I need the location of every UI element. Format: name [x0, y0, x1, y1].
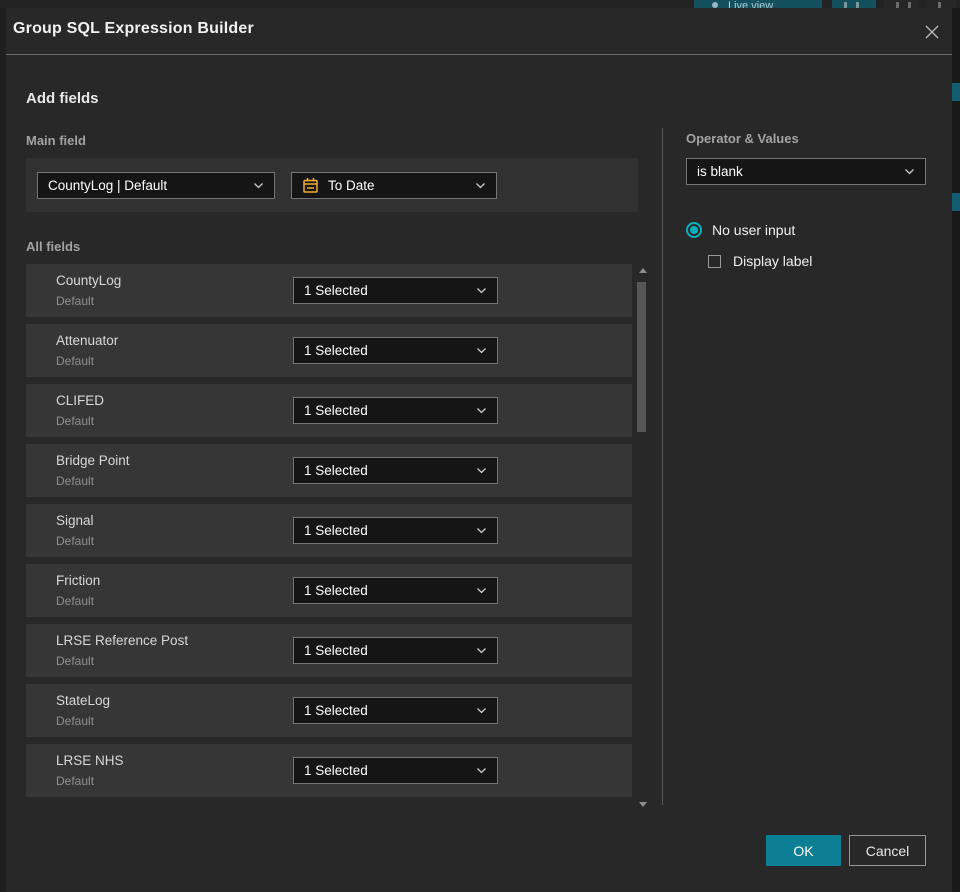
field-name: Friction [56, 573, 101, 588]
chevron-down-icon [477, 288, 486, 294]
checkbox-unchecked-icon[interactable] [708, 254, 721, 268]
field-subtitle: Default [56, 774, 95, 788]
all-fields-list: CountyLog Default 1 Selected Attenuator Defa… [26, 264, 632, 804]
field-row: Bridge Point Default 1 Selected [26, 444, 632, 497]
field-name: StateLog [56, 693, 111, 708]
background-toolbar-strip: Live view [0, 0, 960, 8]
chevron-down-icon [477, 588, 486, 594]
chevron-down-icon [477, 408, 486, 414]
field-name: LRSE NHS [56, 753, 124, 768]
selected-count: 1 Selected [304, 343, 368, 358]
field-subtitle: Default [56, 534, 95, 548]
dialog-header: Group SQL Expression Builder [6, 8, 952, 55]
group-sql-expression-builder-dialog: Group SQL Expression Builder Add fields … [6, 8, 952, 892]
close-icon [925, 25, 939, 39]
chevron-down-icon [477, 528, 486, 534]
field-subtitle: Default [56, 714, 95, 728]
operator-values-heading: Operator & Values [686, 131, 799, 146]
field-name: Signal [56, 513, 94, 528]
field-row: CLIFED Default 1 Selected [26, 384, 632, 437]
panel-divider [662, 128, 663, 805]
scroll-down-arrow-icon[interactable] [639, 802, 647, 807]
field-values-select[interactable]: 1 Selected [293, 517, 498, 544]
display-label-label: Display label [733, 253, 813, 269]
background-toolbar-button[interactable] [832, 0, 876, 8]
field-subtitle: Default [56, 414, 95, 428]
operator-select-value: is blank [697, 164, 743, 179]
live-view-label: Live view [728, 0, 774, 8]
field-name: Attenuator [56, 333, 119, 348]
chevron-down-icon [477, 468, 486, 474]
background-toolbar-button[interactable] [926, 0, 956, 8]
background-toolbar-button[interactable] [884, 0, 918, 8]
calendar-icon [302, 177, 319, 194]
no-user-input-option[interactable]: No user input [686, 222, 795, 238]
field-subtitle: Default [56, 354, 95, 368]
selected-count: 1 Selected [304, 703, 368, 718]
layer-select-value: CountyLog | Default [48, 178, 168, 193]
field-row: Attenuator Default 1 Selected [26, 324, 632, 377]
selected-count: 1 Selected [304, 283, 368, 298]
field-values-select[interactable]: 1 Selected [293, 757, 498, 784]
close-button[interactable] [921, 21, 943, 43]
field-values-select[interactable]: 1 Selected [293, 337, 498, 364]
no-user-input-label: No user input [712, 222, 796, 238]
chevron-down-icon [477, 708, 486, 714]
selected-count: 1 Selected [304, 583, 368, 598]
field-row: Friction Default 1 Selected [26, 564, 632, 617]
chevron-down-icon [476, 183, 485, 189]
all-fields-label: All fields [26, 239, 81, 254]
field-select-value: To Date [328, 178, 375, 193]
operator-select[interactable]: is blank [686, 158, 926, 185]
selected-count: 1 Selected [304, 523, 368, 538]
field-subtitle: Default [56, 474, 95, 488]
main-field-field-select[interactable]: To Date [291, 172, 497, 199]
scroll-up-arrow-icon[interactable] [639, 268, 647, 273]
scrollbar-thumb[interactable] [637, 282, 646, 432]
field-values-select[interactable]: 1 Selected [293, 397, 498, 424]
chevron-down-icon [477, 648, 486, 654]
field-name: Bridge Point [56, 453, 130, 468]
cancel-button[interactable]: Cancel [849, 835, 926, 866]
background-right-edge [952, 8, 960, 892]
chevron-down-icon [254, 183, 263, 189]
add-fields-heading: Add fields [26, 90, 99, 107]
field-name: CountyLog [56, 273, 122, 288]
main-field-layer-select[interactable]: CountyLog | Default [37, 172, 275, 199]
field-row: Signal Default 1 Selected [26, 504, 632, 557]
display-label-option[interactable]: Display label [708, 253, 812, 269]
selected-count: 1 Selected [304, 643, 368, 658]
radio-selected-icon[interactable] [686, 222, 702, 238]
field-subtitle: Default [56, 654, 95, 668]
list-scrollbar[interactable] [636, 262, 649, 813]
background-panel-fragment [952, 193, 960, 211]
chevron-down-icon [477, 348, 486, 354]
main-field-panel: CountyLog | Default To Date [26, 158, 638, 212]
field-values-select[interactable]: 1 Selected [293, 637, 498, 664]
field-values-select[interactable]: 1 Selected [293, 697, 498, 724]
selected-count: 1 Selected [304, 403, 368, 418]
field-subtitle: Default [56, 594, 95, 608]
field-values-select[interactable]: 1 Selected [293, 577, 498, 604]
selected-count: 1 Selected [304, 763, 368, 778]
field-values-select[interactable]: 1 Selected [293, 277, 498, 304]
field-row: StateLog Default 1 Selected [26, 684, 632, 737]
background-panel-fragment [952, 83, 960, 101]
selected-count: 1 Selected [304, 463, 368, 478]
chevron-down-icon [477, 768, 486, 774]
field-subtitle: Default [56, 294, 95, 308]
field-row: LRSE NHS Default 1 Selected [26, 744, 632, 797]
chevron-down-icon [905, 169, 914, 175]
ok-button[interactable]: OK [766, 835, 841, 866]
main-field-label: Main field [26, 133, 86, 148]
field-name: LRSE Reference Post [56, 633, 189, 648]
field-name: CLIFED [56, 393, 105, 408]
dialog-title: Group SQL Expression Builder [13, 20, 254, 37]
field-row: CountyLog Default 1 Selected [26, 264, 632, 317]
field-row: LRSE Reference Post Default 1 Selected [26, 624, 632, 677]
live-view-button[interactable]: Live view [694, 0, 822, 8]
field-values-select[interactable]: 1 Selected [293, 457, 498, 484]
